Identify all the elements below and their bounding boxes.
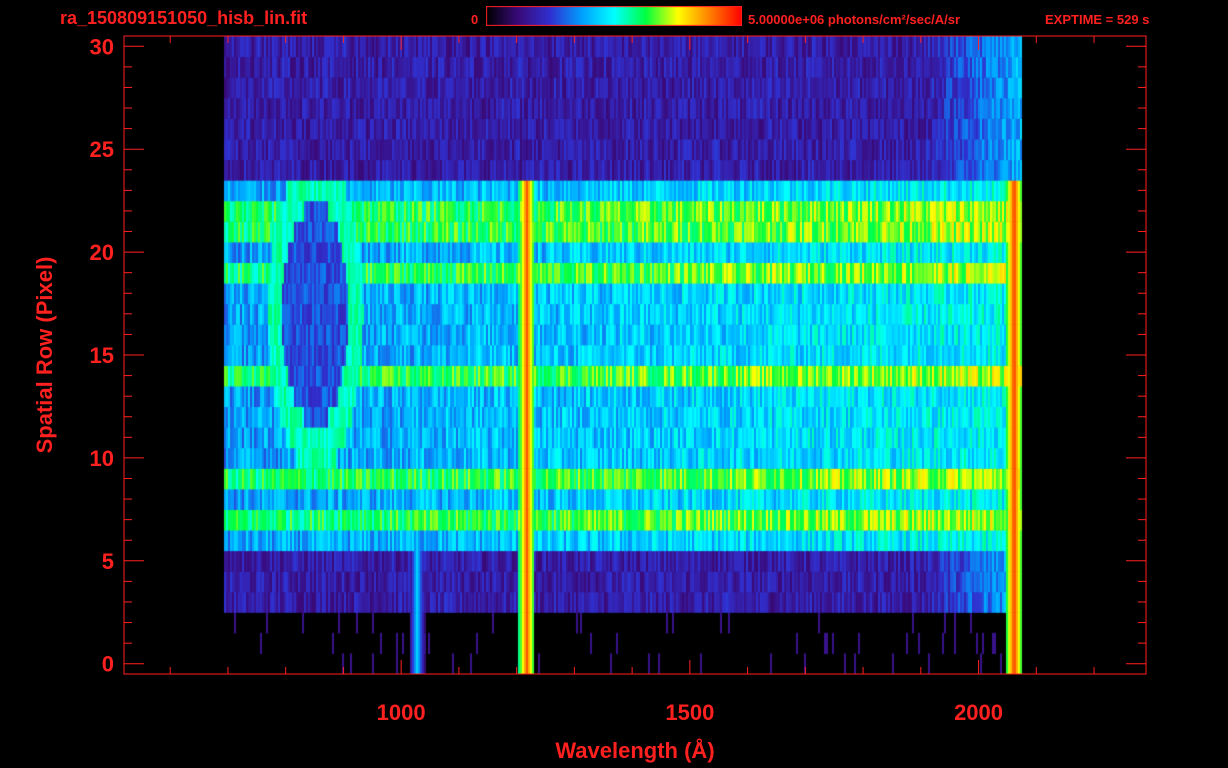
- y-tick-label: 30: [90, 34, 114, 59]
- x-tick-label: 1500: [665, 700, 714, 725]
- y-tick-label: 20: [90, 240, 114, 265]
- y-tick-label: 15: [90, 343, 114, 368]
- x-tick-label: 1000: [377, 700, 426, 725]
- chart-axes: 1000 1500 2000 0 5 10 15 20 25 30 Wavelength (Å)…: [32, 34, 1147, 763]
- y-tick-label: 0: [102, 652, 114, 677]
- y-tick-label: 5: [102, 549, 114, 574]
- y-tick-label: 25: [90, 137, 114, 162]
- figure: ra_150809151050_hisb_lin.fit 0 5.00000e+…: [0, 0, 1228, 768]
- y-axis-label: Spatial Row (Pixel): [32, 257, 57, 454]
- x-axis-label: Wavelength (Å): [555, 737, 714, 763]
- x-tick-label: 2000: [954, 700, 1003, 725]
- plot-frame: [123, 35, 1147, 675]
- y-tick-label: 10: [90, 446, 114, 471]
